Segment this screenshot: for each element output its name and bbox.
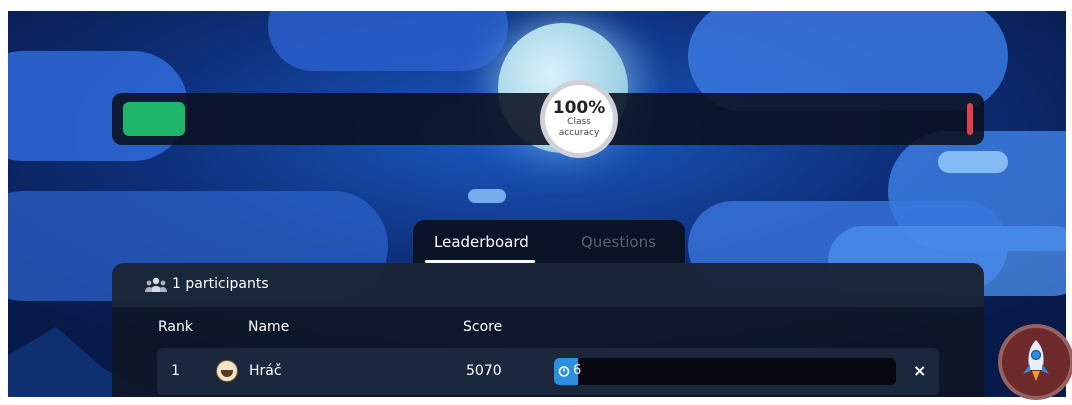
- streak-count: 6: [573, 363, 582, 378]
- leaderboard-row[interactable]: 1 Hráč 5070 6 ×: [157, 348, 939, 395]
- rocket-icon: [1023, 340, 1049, 381]
- row-rank: 1: [171, 363, 180, 379]
- cloud: [468, 189, 506, 203]
- column-header-rank: Rank: [158, 319, 193, 335]
- leaderboard-header: 1 participants: [112, 263, 984, 307]
- answer-progress-bar: 6: [554, 358, 896, 385]
- column-header-name: Name: [248, 319, 290, 335]
- people-icon: [145, 277, 167, 292]
- incorrect-marker: [967, 103, 973, 135]
- cloud: [268, 11, 508, 71]
- accuracy-label: Class accuracy: [556, 117, 602, 139]
- tab-questions[interactable]: Questions: [581, 233, 656, 251]
- view-tabs: Leaderboard Questions: [413, 220, 685, 264]
- timer-icon: [558, 366, 570, 377]
- accuracy-badge: 100% Class accuracy: [540, 80, 618, 158]
- column-header-score: Score: [463, 319, 503, 335]
- accuracy-value: 100%: [552, 98, 606, 118]
- rocket-button[interactable]: [998, 324, 1072, 400]
- correct-fill: [123, 102, 185, 136]
- tab-leaderboard[interactable]: Leaderboard: [434, 233, 529, 251]
- avatar-icon: [216, 360, 238, 382]
- leaderboard-panel: 1 participants Rank Name Score 1 Hráč 50…: [112, 263, 984, 397]
- row-score: 5070: [466, 363, 502, 379]
- row-name: Hráč: [249, 363, 282, 379]
- participants-count: 1 participants: [172, 276, 269, 292]
- remove-player-button[interactable]: ×: [913, 361, 926, 380]
- cloud: [938, 151, 1008, 173]
- accuracy-label-text: Class accuracy: [558, 117, 600, 138]
